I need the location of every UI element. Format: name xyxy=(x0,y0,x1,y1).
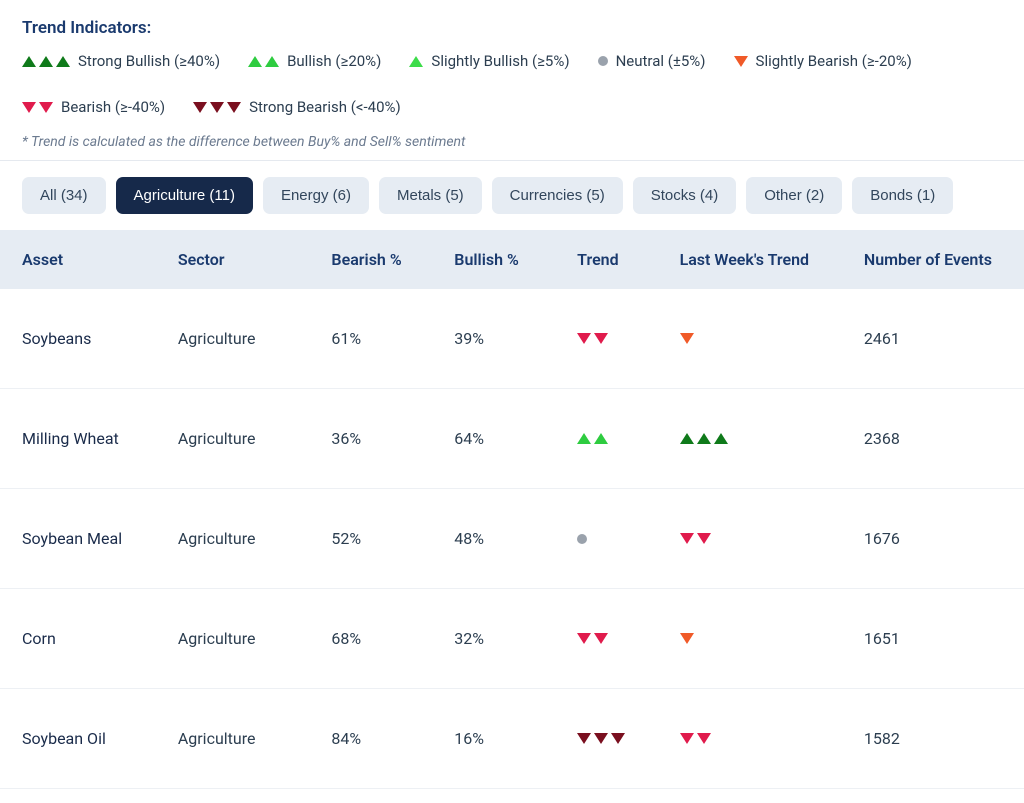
assets-table: Asset Sector Bearish % Bullish % Trend L… xyxy=(0,230,1024,789)
cell-sector: Agriculture xyxy=(164,589,318,689)
legend-item-label: Slightly Bullish (≥5%) xyxy=(431,52,569,70)
slightly-bearish-icon xyxy=(680,333,694,344)
legend-item: Strong Bullish (≥40%) xyxy=(22,52,220,70)
strong-bearish-icon xyxy=(577,733,625,744)
legend-item-label: Bearish (≥-40%) xyxy=(61,98,165,116)
filter-chip[interactable]: Bonds (1) xyxy=(852,177,953,214)
cell-asset: Milling Wheat xyxy=(0,389,164,489)
column-header-asset[interactable]: Asset xyxy=(0,230,164,289)
column-header-sector[interactable]: Sector xyxy=(164,230,318,289)
cell-trend xyxy=(563,589,665,689)
filter-chip[interactable]: Stocks (4) xyxy=(633,177,737,214)
cell-trend xyxy=(563,489,665,589)
cell-bearish: 68% xyxy=(317,589,440,689)
legend: Trend Indicators: Strong Bullish (≥40%) B… xyxy=(0,0,1024,160)
cell-events: 2461 xyxy=(850,289,1024,389)
table-row[interactable]: SoybeansAgriculture61%39% 2461 xyxy=(0,289,1024,389)
cell-trend xyxy=(563,289,665,389)
bullish-icon xyxy=(577,433,608,444)
cell-last xyxy=(666,289,850,389)
filter-chip[interactable]: Energy (6) xyxy=(263,177,369,214)
cell-bullish: 39% xyxy=(440,289,563,389)
legend-item: Bullish (≥20%) xyxy=(248,52,381,70)
bullish-icon xyxy=(248,56,279,67)
neutral-icon xyxy=(577,534,587,544)
legend-title: Trend Indicators: xyxy=(22,18,1002,38)
column-header-bullish[interactable]: Bullish % xyxy=(440,230,563,289)
slightly-bearish-icon xyxy=(734,56,748,67)
cell-bearish: 84% xyxy=(317,689,440,789)
cell-bullish: 48% xyxy=(440,489,563,589)
bearish-icon xyxy=(577,633,608,644)
bearish-icon xyxy=(22,102,53,113)
table-row[interactable]: Soybean OilAgriculture84%16% 1582 xyxy=(0,689,1024,789)
filter-chip[interactable]: Agriculture (11) xyxy=(116,177,253,214)
cell-events: 1676 xyxy=(850,489,1024,589)
cell-sector: Agriculture xyxy=(164,489,318,589)
cell-bearish: 61% xyxy=(317,289,440,389)
legend-item-label: Strong Bullish (≥40%) xyxy=(78,52,220,70)
column-header-bearish[interactable]: Bearish % xyxy=(317,230,440,289)
cell-asset: Corn xyxy=(0,589,164,689)
cell-asset: Soybeans xyxy=(0,289,164,389)
cell-bearish: 36% xyxy=(317,389,440,489)
bearish-icon xyxy=(680,533,711,544)
filter-chip[interactable]: All (34) xyxy=(22,177,106,214)
cell-events: 2368 xyxy=(850,389,1024,489)
filter-bar: All (34) Agriculture (11) Energy (6) Metals… xyxy=(0,160,1024,230)
cell-events: 1651 xyxy=(850,589,1024,689)
legend-items: Strong Bullish (≥40%) Bullish (≥20%) Sligh… xyxy=(22,52,1002,116)
legend-item: Neutral (±5%) xyxy=(598,52,706,70)
cell-bullish: 32% xyxy=(440,589,563,689)
table-row[interactable]: Soybean MealAgriculture52%48% 1676 xyxy=(0,489,1024,589)
cell-sector: Agriculture xyxy=(164,289,318,389)
cell-last xyxy=(666,489,850,589)
column-header-events[interactable]: Number of Events xyxy=(850,230,1024,289)
cell-sector: Agriculture xyxy=(164,389,318,489)
table-row[interactable]: Milling WheatAgriculture36%64% 2368 xyxy=(0,389,1024,489)
cell-trend xyxy=(563,689,665,789)
cell-asset: Soybean Oil xyxy=(0,689,164,789)
column-header-trend[interactable]: Trend xyxy=(563,230,665,289)
legend-item: Strong Bearish (<-40%) xyxy=(193,98,401,116)
legend-item-label: Neutral (±5%) xyxy=(616,52,706,70)
legend-item: Bearish (≥-40%) xyxy=(22,98,165,116)
cell-bearish: 52% xyxy=(317,489,440,589)
slightly-bearish-icon xyxy=(680,633,694,644)
filter-chip[interactable]: Metals (5) xyxy=(379,177,482,214)
cell-trend xyxy=(563,389,665,489)
legend-item: Slightly Bearish (≥-20%) xyxy=(734,52,912,70)
table-row[interactable]: CornAgriculture68%32% 1651 xyxy=(0,589,1024,689)
legend-footnote: * Trend is calculated as the difference … xyxy=(22,134,1002,150)
cell-sector: Agriculture xyxy=(164,689,318,789)
cell-last xyxy=(666,589,850,689)
strong-bearish-icon xyxy=(193,102,241,113)
cell-bullish: 64% xyxy=(440,389,563,489)
strong-bullish-icon xyxy=(680,433,728,444)
cell-asset: Soybean Meal xyxy=(0,489,164,589)
column-header-last[interactable]: Last Week's Trend xyxy=(666,230,850,289)
cell-last xyxy=(666,389,850,489)
slightly-bullish-icon xyxy=(409,56,423,67)
legend-item-label: Strong Bearish (<-40%) xyxy=(249,98,401,116)
bearish-icon xyxy=(577,333,608,344)
strong-bullish-icon xyxy=(22,56,70,67)
legend-item-label: Slightly Bearish (≥-20%) xyxy=(756,52,912,70)
cell-last xyxy=(666,689,850,789)
cell-events: 1582 xyxy=(850,689,1024,789)
legend-item-label: Bullish (≥20%) xyxy=(287,52,381,70)
bearish-icon xyxy=(680,733,711,744)
neutral-icon xyxy=(598,56,608,66)
legend-item: Slightly Bullish (≥5%) xyxy=(409,52,569,70)
cell-bullish: 16% xyxy=(440,689,563,789)
filter-chip[interactable]: Other (2) xyxy=(746,177,842,214)
filter-chip[interactable]: Currencies (5) xyxy=(492,177,623,214)
